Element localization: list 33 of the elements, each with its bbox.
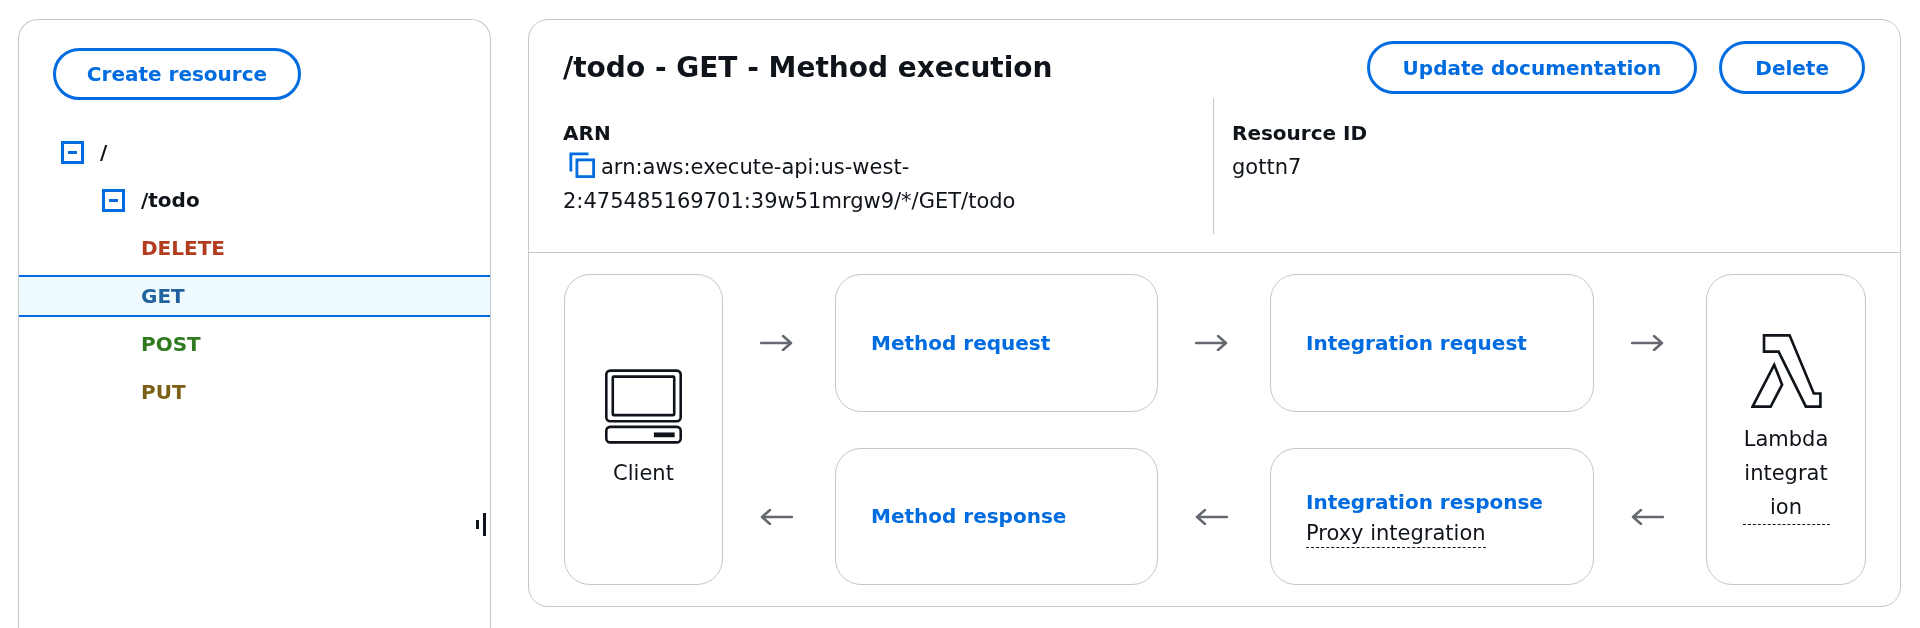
action-button[interactable]: Delete [1719, 41, 1865, 94]
page-title: /todo - GET - Method execution [563, 49, 1053, 86]
integration-type-link[interactable]: Proxy integration [1306, 518, 1486, 548]
field-value: gottn7 [1232, 154, 1302, 181]
lambda-icon [1750, 334, 1822, 408]
left-arrow-icon [759, 508, 793, 525]
right-arrow-icon [1630, 335, 1664, 351]
right-arrow-icon [1194, 335, 1228, 351]
method-label[interactable]: POST [141, 329, 201, 359]
method-label[interactable]: GET [141, 281, 185, 311]
copyable-value[interactable]: arn:aws:execute-api:us-west-2:475485169701:39w51mrgw9/*/GET/todo [563, 150, 1016, 218]
right-arrow-icon [759, 335, 793, 351]
left-arrow-icon [1630, 508, 1664, 525]
field-label: Resource ID [1232, 120, 1368, 147]
field-label: ARN [563, 120, 611, 147]
method-label[interactable]: DELETE [141, 233, 225, 263]
copy-icon[interactable] [569, 152, 595, 178]
step-link[interactable]: Method request [871, 326, 1051, 360]
step-link[interactable]: Integration response [1306, 485, 1543, 519]
resource-label[interactable]: / [100, 137, 108, 167]
minus-box-icon[interactable] [61, 140, 84, 164]
drag-handle-icon[interactable] [476, 513, 486, 536]
left-arrow-icon [1194, 508, 1228, 525]
method-label[interactable]: PUT [141, 377, 186, 407]
computer-icon [605, 369, 682, 444]
action-button[interactable]: Update documentation [1366, 41, 1698, 94]
minus-box-icon[interactable] [102, 188, 125, 212]
resource-label[interactable]: /todo [141, 185, 200, 215]
step-link[interactable]: Integration request [1306, 326, 1527, 360]
create-resource-button[interactable]: Create resource [53, 48, 301, 100]
client-label: Client [613, 460, 674, 487]
step-link[interactable]: Method response [871, 500, 1067, 533]
integration-type-link[interactable]: Lambda integration [1742, 422, 1830, 525]
